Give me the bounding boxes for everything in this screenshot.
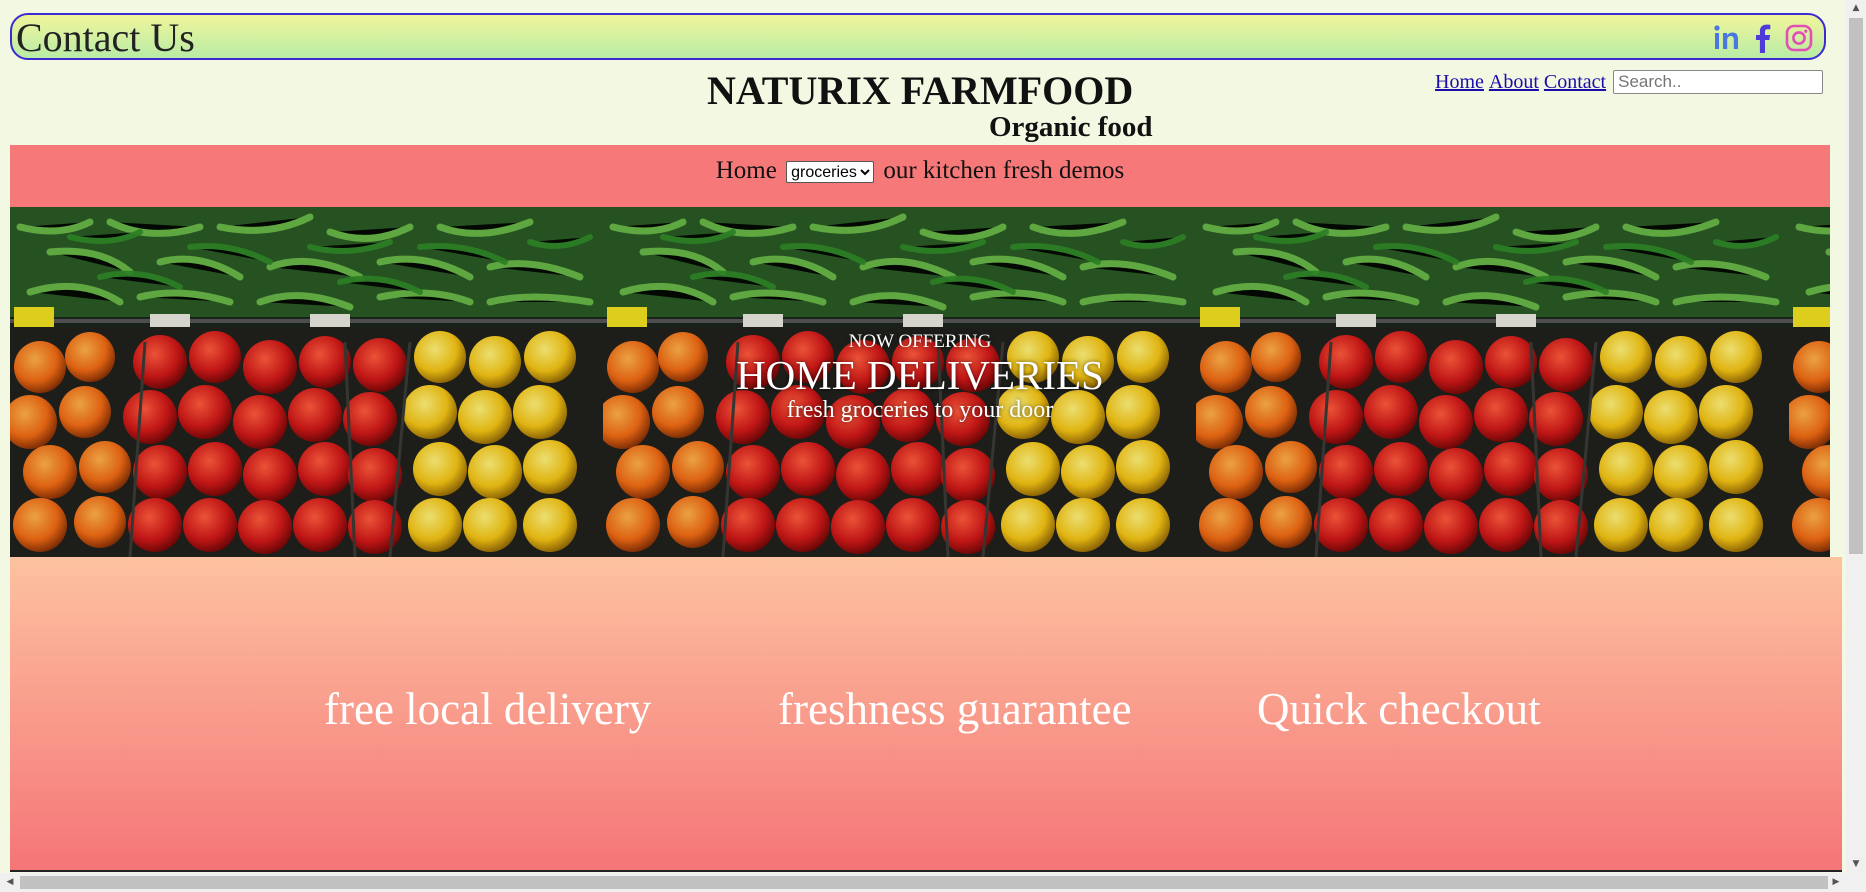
scroll-up-arrow-icon[interactable]: ▲ <box>1846 0 1866 16</box>
hero-eyebrow: NOW OFFERING <box>848 331 992 352</box>
vertical-scroll-thumb[interactable] <box>1849 18 1863 554</box>
linkedin-icon[interactable] <box>1712 23 1742 53</box>
search-input[interactable] <box>1613 70 1824 94</box>
menu-bar: Home groceries our kitchen fresh demos <box>10 145 1830 207</box>
contact-title: Contact Us <box>16 15 195 60</box>
scroll-right-arrow-icon[interactable]: ▶ <box>1828 873 1844 892</box>
hero-headline: HOME DELIVERIES <box>736 352 1104 398</box>
brand-name: NATURIX FARMFOOD <box>707 68 1134 113</box>
social-links <box>1712 23 1814 53</box>
menu-items: Home groceries our kitchen fresh demos <box>10 157 1830 185</box>
feature-delivery: free local delivery <box>324 684 652 734</box>
instagram-icon[interactable] <box>1784 23 1814 53</box>
features-section: free local delivery freshness guarantee … <box>10 557 1842 872</box>
feature-checkout: Quick checkout <box>1257 684 1541 734</box>
nav-home-link[interactable]: Home <box>1435 71 1484 94</box>
facebook-icon[interactable] <box>1748 23 1778 53</box>
nav-about-link[interactable]: About <box>1489 71 1539 94</box>
brand-tagline: Organic food <box>989 111 1153 143</box>
contact-banner: Contact Us <box>10 13 1826 60</box>
top-nav: Home About Contact <box>1435 70 1824 94</box>
nav-contact-link[interactable]: Contact <box>1544 71 1606 94</box>
category-select[interactable]: groceries <box>786 161 875 184</box>
hero-banner: NOW OFFERING HOME DELIVERIES fresh groce… <box>10 207 1830 557</box>
scroll-left-arrow-icon[interactable]: ◀ <box>2 873 18 892</box>
feature-freshness: freshness guarantee <box>778 684 1132 734</box>
hero-text: NOW OFFERING HOME DELIVERIES fresh groce… <box>10 331 1830 423</box>
horizontal-scroll-thumb[interactable] <box>20 876 1828 889</box>
menu-kitchen-demos[interactable]: our kitchen fresh demos <box>883 157 1124 184</box>
scroll-down-arrow-icon[interactable]: ▼ <box>1846 856 1866 872</box>
horizontal-scrollbar[interactable]: ◀ ▶ <box>0 873 1846 892</box>
vertical-scrollbar[interactable]: ▲ ▼ <box>1846 0 1866 892</box>
menu-home[interactable]: Home <box>716 157 777 184</box>
hero-subline: fresh groceries to your door <box>786 397 1054 423</box>
